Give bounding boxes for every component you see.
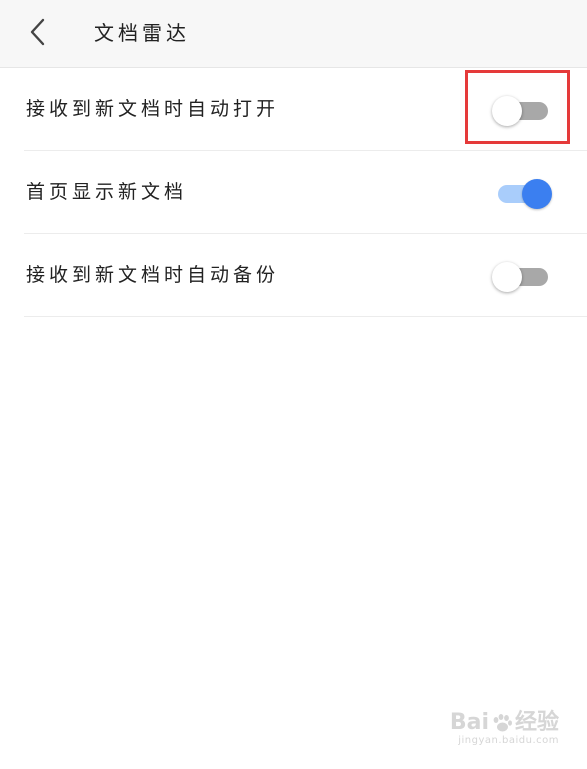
setting-label: 接收到新文档时自动打开 [26,98,280,120]
setting-show-on-home: 首页显示新文档 [24,151,587,234]
show-on-home-toggle[interactable] [492,179,552,209]
watermark-url: jingyan.baidu.com [458,735,559,746]
top-bar: 文档雷达 [0,0,587,68]
auto-backup-toggle[interactable] [492,262,552,292]
toggle-thumb [522,179,552,209]
paw-icon [493,714,512,732]
page-title: 文档雷达 [94,21,190,45]
setting-auto-backup: 接收到新文档时自动备份 [24,234,587,317]
back-button[interactable] [22,14,54,50]
watermark-brand-right: 经验 [514,710,559,735]
chevron-left-icon [30,18,45,46]
app-screen: 文档雷达 接收到新文档时自动打开 首页显示新文档 接收到新文档时自动备份 Bai… [0,0,587,769]
toggle-thumb [492,262,522,292]
watermark-brand-left: Bai [449,710,489,735]
setting-label: 接收到新文档时自动备份 [26,264,280,286]
setting-label: 首页显示新文档 [26,181,188,203]
annotation-highlight-box [465,70,570,144]
baidu-jingyan-watermark: Bai 经验 jingyan.baidu.com [450,711,559,747]
